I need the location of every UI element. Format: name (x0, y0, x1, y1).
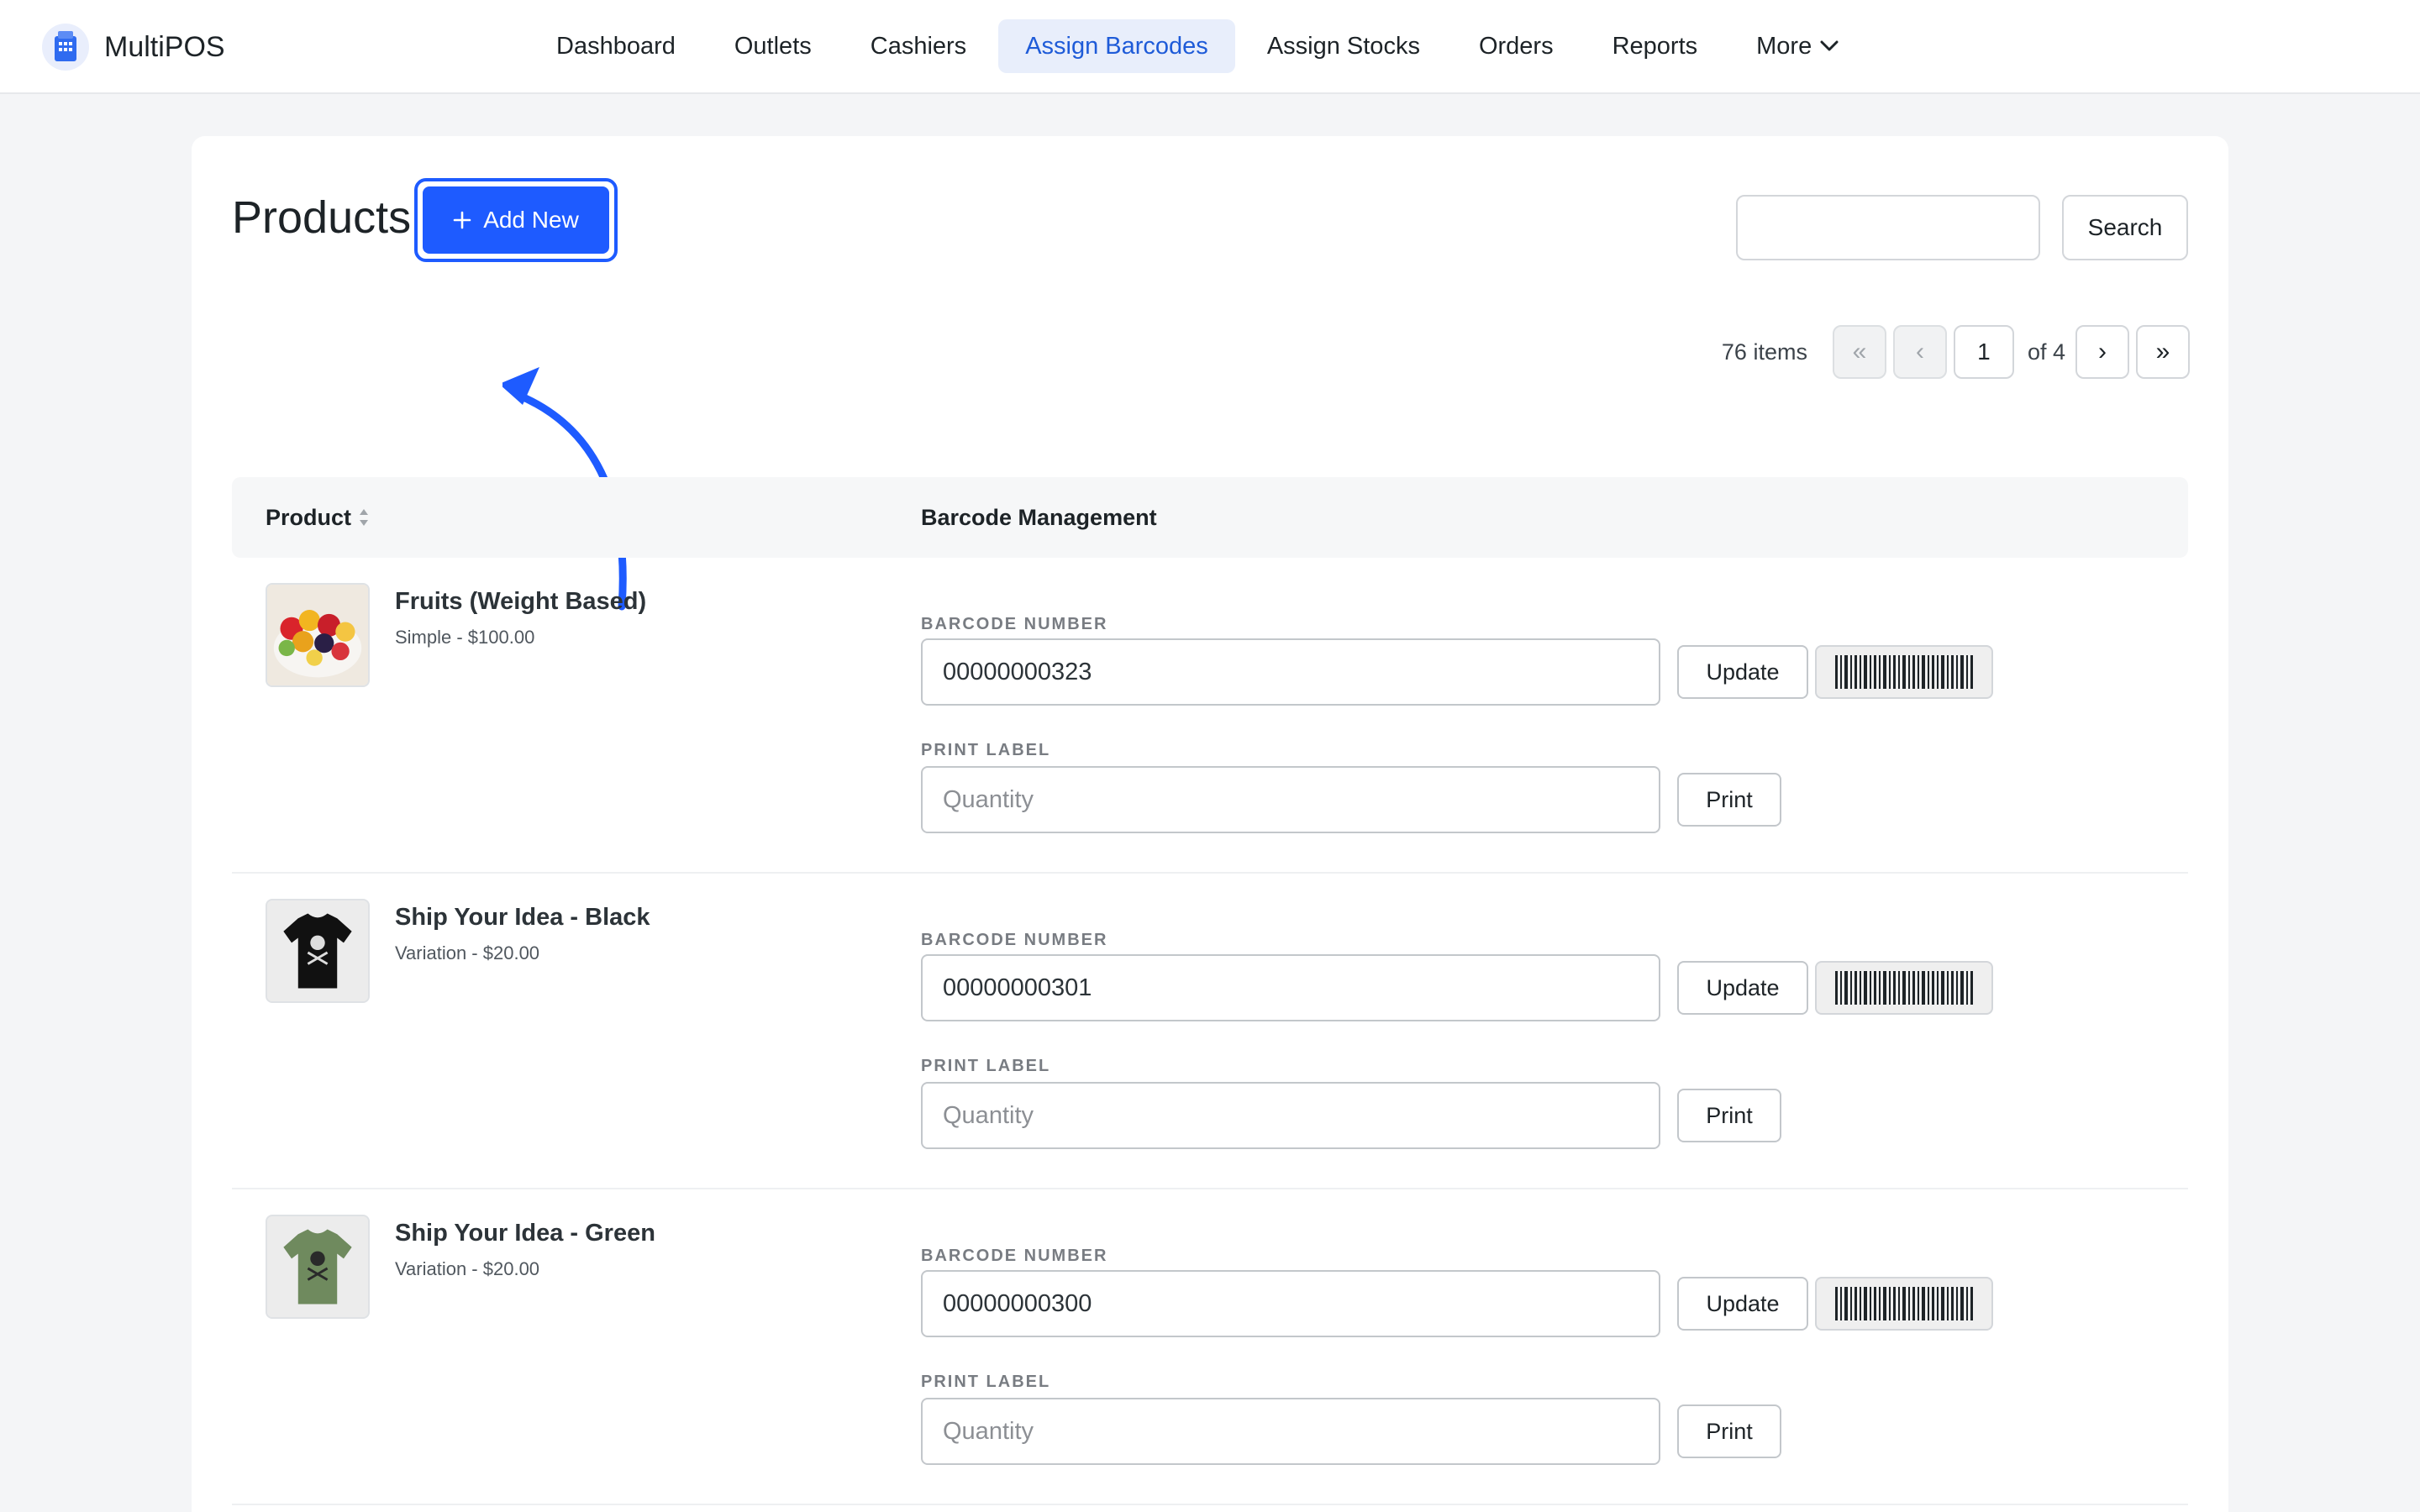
barcode-preview[interactable] (1815, 645, 1993, 699)
fruit-bowl-icon (267, 585, 368, 685)
product-name: Fruits (Weight Based) (395, 588, 647, 615)
main-nav: Dashboard Outlets Cashiers Assign Barcod… (529, 19, 1870, 73)
barcode-number-label: BARCODE NUMBER (921, 931, 1108, 949)
nav-reports[interactable]: Reports (1586, 19, 1725, 73)
current-page-input[interactable] (1953, 325, 2014, 379)
table-row: Fruits (Weight Based) Simple - $100.00 B… (232, 558, 2188, 874)
nav-assign-barcodes-label: Assign Barcodes (1025, 32, 1208, 60)
multipos-logo-icon (42, 24, 89, 71)
green-tshirt-icon (267, 1216, 368, 1317)
nav-outlets-label: Outlets (734, 32, 812, 60)
print-button[interactable]: Print (1677, 1404, 1781, 1458)
nav-orders-label: Orders (1478, 32, 1554, 60)
nav-assign-stocks[interactable]: Assign Stocks (1240, 19, 1447, 73)
print-label-label: PRINT LABEL (921, 741, 1051, 759)
search-button[interactable]: Search (2062, 195, 2188, 260)
print-button[interactable]: Print (1677, 773, 1781, 827)
print-label-label: PRINT LABEL (921, 1373, 1051, 1391)
nav-orders[interactable]: Orders (1452, 19, 1581, 73)
last-page-button[interactable]: » (2136, 325, 2190, 379)
nav-reports-label: Reports (1612, 32, 1698, 60)
barcode-input[interactable] (921, 1270, 1660, 1337)
prev-page-button[interactable]: ‹ (1892, 325, 1947, 379)
products-card: Products Add New Search 76 items « ‹ of … (192, 136, 2228, 1512)
nav-more-label: More (1756, 32, 1812, 60)
product-thumbnail[interactable] (266, 583, 370, 687)
nav-dashboard[interactable]: Dashboard (529, 19, 702, 73)
column-header-barcode: Barcode Management (921, 504, 1157, 530)
barcode-icon (1835, 655, 1973, 689)
column-header-product[interactable]: Product (266, 477, 370, 558)
nav-outlets[interactable]: Outlets (708, 19, 839, 73)
barcode-input[interactable] (921, 954, 1660, 1021)
items-count: 76 items (1721, 339, 1807, 365)
sort-icon (358, 507, 370, 528)
product-name: Ship Your Idea - Black (395, 904, 650, 931)
barcode-number-label: BARCODE NUMBER (921, 1247, 1108, 1265)
nav-assign-stocks-label: Assign Stocks (1266, 32, 1420, 60)
nav-cashiers[interactable]: Cashiers (844, 19, 993, 73)
barcode-input[interactable] (921, 638, 1660, 706)
table-row: Ship Your Idea - Black Variation - $20.0… (232, 874, 2188, 1189)
page-title: Products (232, 192, 412, 243)
quantity-input[interactable] (921, 766, 1660, 833)
print-label-label: PRINT LABEL (921, 1057, 1051, 1075)
table-header: Product Barcode Management (232, 477, 2188, 558)
barcode-preview[interactable] (1815, 1277, 1993, 1331)
product-thumbnail[interactable] (266, 899, 370, 1003)
add-new-button[interactable]: Add New (423, 186, 609, 254)
pagination: 76 items « ‹ of 4 › » (1722, 325, 2190, 379)
update-button[interactable]: Update (1677, 961, 1808, 1015)
barcode-icon (1835, 971, 1973, 1005)
table-row: Ship Your Idea - Green Variation - $20.0… (232, 1189, 2188, 1505)
column-product-label: Product (266, 504, 352, 530)
next-page-button[interactable]: › (2075, 325, 2129, 379)
update-button[interactable]: Update (1677, 1277, 1808, 1331)
barcode-icon (1835, 1287, 1973, 1320)
total-pages: of 4 (2027, 339, 2065, 365)
nav-assign-barcodes[interactable]: Assign Barcodes (998, 19, 1235, 73)
barcode-preview[interactable] (1815, 961, 1993, 1015)
product-name: Ship Your Idea - Green (395, 1220, 655, 1247)
brand[interactable]: MultiPOS (42, 22, 225, 72)
plus-icon (453, 211, 471, 229)
product-meta: Variation - $20.00 (395, 1258, 540, 1279)
product-meta: Variation - $20.00 (395, 942, 540, 963)
print-button[interactable]: Print (1677, 1089, 1781, 1142)
black-tshirt-icon (267, 900, 368, 1001)
nav-cashiers-label: Cashiers (870, 32, 967, 60)
quantity-input[interactable] (921, 1398, 1660, 1465)
nav-more[interactable]: More (1729, 19, 1865, 73)
product-thumbnail[interactable] (266, 1215, 370, 1319)
nav-dashboard-label: Dashboard (556, 32, 676, 60)
add-new-label: Add New (483, 207, 579, 233)
first-page-button[interactable]: « (1832, 325, 1886, 379)
top-navigation-bar: MultiPOS Dashboard Outlets Cashiers Assi… (0, 0, 2420, 94)
update-button[interactable]: Update (1677, 645, 1808, 699)
product-meta: Simple - $100.00 (395, 627, 535, 648)
search-input[interactable] (1736, 195, 2040, 260)
barcode-number-label: BARCODE NUMBER (921, 615, 1108, 633)
chevron-down-icon (1820, 40, 1839, 52)
quantity-input[interactable] (921, 1082, 1660, 1149)
brand-name: MultiPOS (104, 30, 225, 63)
add-new-highlight: Add New (414, 178, 618, 262)
